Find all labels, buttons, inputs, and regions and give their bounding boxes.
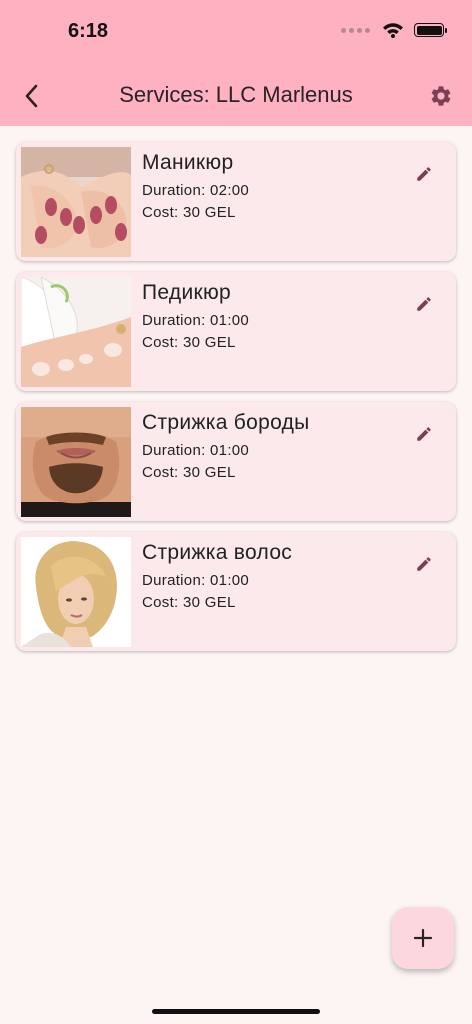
home-indicator[interactable] [152, 1009, 320, 1014]
service-name: Стрижка бороды [142, 411, 310, 434]
edit-button[interactable] [412, 552, 436, 576]
add-service-button[interactable] [392, 907, 454, 969]
service-duration: Duration: 01:00 [142, 442, 250, 459]
service-card[interactable]: Педикюр Duration: 01:00 Cost: 30 GEL [16, 272, 456, 391]
service-cost: Cost: 30 GEL [142, 594, 236, 611]
beard-image [21, 407, 131, 517]
pencil-icon [417, 427, 431, 441]
settings-button[interactable] [424, 82, 458, 110]
service-card[interactable]: Стрижка бороды Duration: 01:00 Cost: 30 … [16, 402, 456, 521]
service-cost: Cost: 30 GEL [142, 464, 236, 481]
service-name: Маникюр [142, 151, 234, 174]
wifi-icon [383, 23, 403, 38]
service-card[interactable]: Маникюр Duration: 02:00 Cost: 30 GEL [16, 142, 456, 261]
service-duration: Duration: 02:00 [142, 182, 250, 199]
page-title: Services: LLC Marlenus [119, 82, 353, 107]
service-duration: Duration: 01:00 [142, 572, 250, 589]
service-card[interactable]: Стрижка волос Duration: 01:00 Cost: 30 G… [16, 532, 456, 651]
service-cost: Cost: 30 GEL [142, 204, 236, 221]
service-cost: Cost: 30 GEL [142, 334, 236, 351]
edit-button[interactable] [412, 422, 436, 446]
pencil-icon [417, 557, 431, 571]
services-list: Маникюр Duration: 02:00 Cost: 30 GEL Пед… [16, 142, 456, 662]
service-duration: Duration: 01:00 [142, 312, 250, 329]
edit-button[interactable] [412, 162, 436, 186]
plus-icon [413, 928, 433, 948]
pencil-icon [417, 297, 431, 311]
status-indicators [341, 22, 447, 38]
pencil-icon [417, 167, 431, 181]
signal-icon [341, 27, 370, 33]
edit-button[interactable] [412, 292, 436, 316]
battery-icon [414, 23, 447, 37]
haircut-image [21, 537, 131, 647]
status-time: 6:18 [68, 20, 109, 42]
pedicure-image [21, 277, 131, 387]
service-name: Стрижка волос [142, 541, 293, 564]
app-header: 6:18 Services: LLC Marlenus [0, 0, 472, 126]
service-name: Педикюр [142, 281, 232, 304]
gear-icon [431, 86, 451, 106]
manicure-image [21, 147, 131, 257]
